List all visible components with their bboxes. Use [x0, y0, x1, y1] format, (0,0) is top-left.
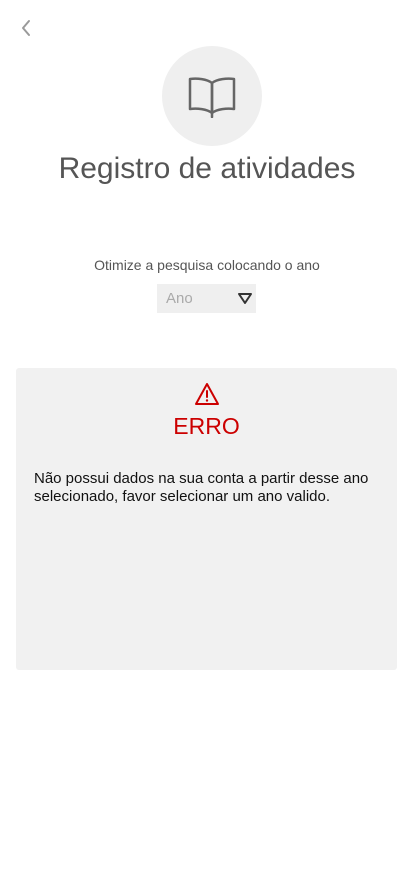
error-card: ERRO Não possui dados na sua conta a par…	[16, 368, 397, 670]
triangle-down-icon	[236, 292, 254, 306]
page-title: Registro de atividades	[58, 152, 356, 185]
open-book-icon	[188, 77, 236, 118]
warning-triangle-icon	[195, 383, 219, 405]
back-button[interactable]	[14, 16, 38, 40]
filter-hint: Otimize a pesquisa colocando o ano	[94, 257, 320, 273]
year-select-placeholder: Ano	[166, 290, 193, 307]
error-title: ERRO	[173, 413, 240, 439]
error-message: Não possui dados na sua conta a partir d…	[34, 470, 369, 505]
chevron-left-icon	[22, 20, 30, 36]
activity-icon-badge	[162, 46, 262, 146]
year-select[interactable]: Ano	[157, 284, 256, 313]
